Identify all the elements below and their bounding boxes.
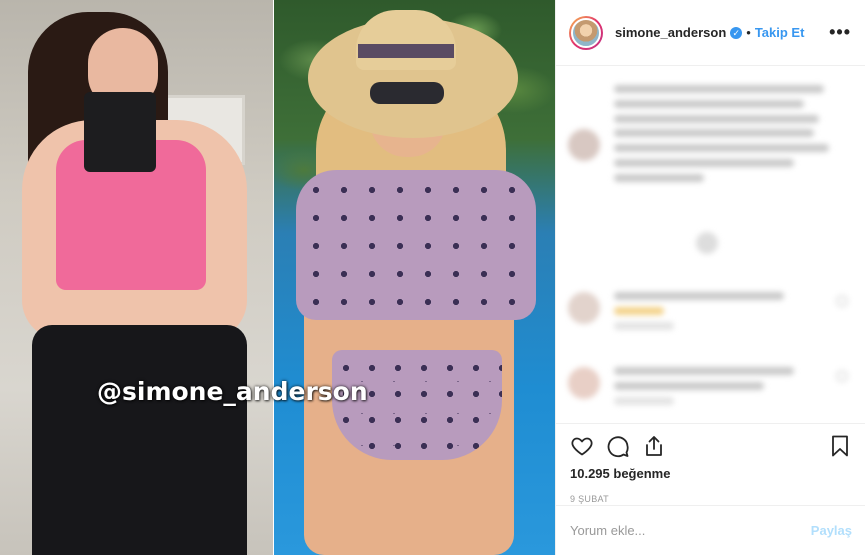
username-link[interactable]: simone_anderson (615, 25, 726, 40)
verified-badge-icon: ✓ (730, 26, 743, 39)
follow-button[interactable]: Takip Et (755, 25, 805, 40)
post-image[interactable]: @simone_anderson (0, 0, 555, 555)
before-photo (0, 0, 273, 555)
instagram-post-view: @simone_anderson simone_anderson ✓ • Tak… (0, 0, 865, 555)
share-icon[interactable] (642, 434, 666, 458)
sunglasses (370, 82, 444, 104)
heart-icon[interactable] (570, 434, 594, 458)
post-date[interactable]: 9 ŞUBAT (570, 494, 852, 504)
post-comment-button[interactable]: Paylaş (811, 523, 852, 538)
phone (84, 92, 156, 172)
post-header: simone_anderson ✓ • Takip Et ••• (556, 0, 865, 66)
likes-count[interactable]: 10.295 beğenme (570, 466, 852, 481)
black-pants (32, 325, 247, 555)
comment-icon[interactable] (606, 434, 630, 458)
leopard-bikini-top (296, 170, 536, 320)
post-actions: 10.295 beğenme 9 ŞUBAT (556, 423, 865, 504)
add-comment-bar: Paylaş (556, 505, 865, 555)
action-icons (570, 428, 852, 464)
post-sidebar: simone_anderson ✓ • Takip Et ••• 10.295 … (555, 0, 865, 555)
bookmark-icon[interactable] (828, 434, 852, 458)
comments-list-blurred (556, 67, 865, 422)
more-options-icon[interactable]: ••• (829, 22, 851, 43)
image-watermark: @simone_anderson (97, 377, 368, 406)
avatar[interactable] (569, 15, 603, 50)
separator-dot: • (746, 25, 751, 40)
comment-input[interactable] (570, 523, 811, 538)
after-photo (274, 0, 555, 555)
